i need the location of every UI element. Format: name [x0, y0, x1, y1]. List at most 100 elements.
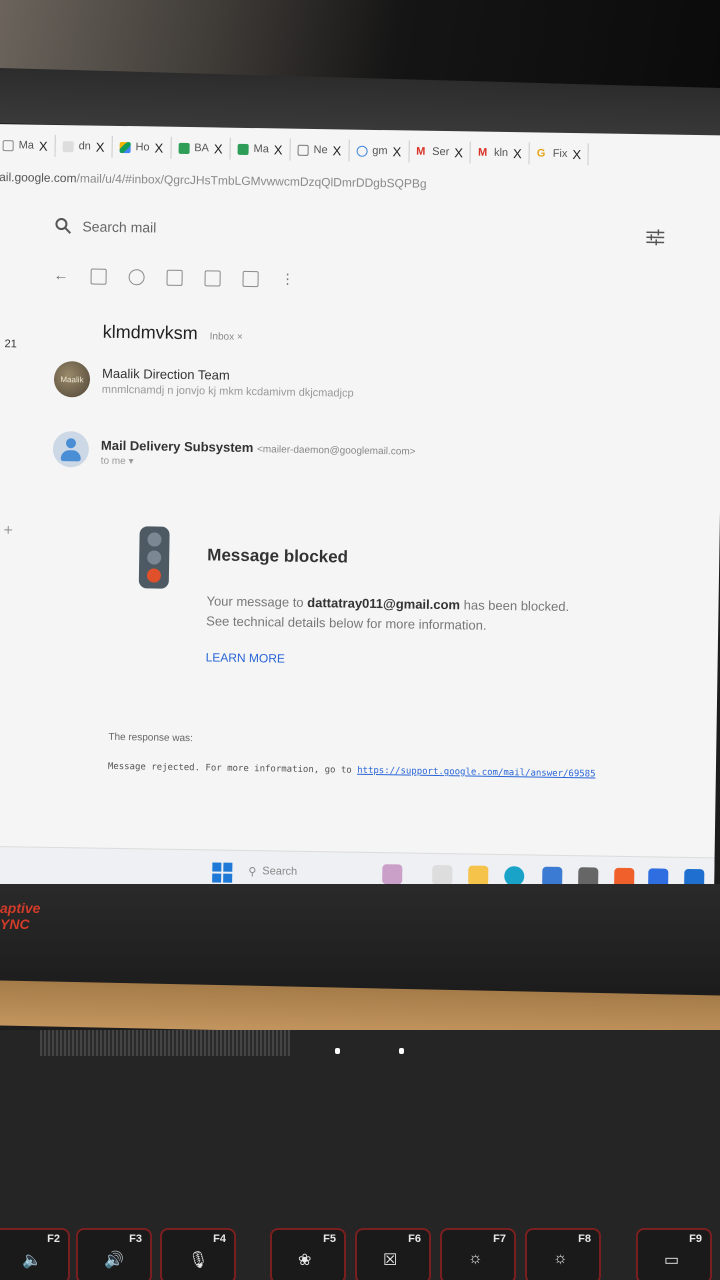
browser-tab[interactable]: Ho X [112, 135, 172, 159]
status-led [335, 1048, 340, 1054]
more-options-icon[interactable]: ⋮ [280, 270, 294, 287]
browser-tab[interactable]: Ma X [0, 133, 56, 157]
browser-tab[interactable]: Ne X [290, 138, 350, 162]
light-bottom [146, 568, 162, 583]
sender-line[interactable]: Mail Delivery Subsystem <mailer-daemon@g… [101, 438, 416, 458]
snip-icon: ☒ [383, 1252, 398, 1269]
calendar-icon [297, 144, 309, 156]
url-path: /mail/u/4/#inbox/QgrcJHsTmbLGMvwwcmDzqQl… [76, 171, 427, 191]
add-icon[interactable]: + [3, 522, 13, 540]
search-input[interactable]: Search mail [82, 218, 156, 235]
email-subject: klmdmvksm Inbox × [103, 322, 243, 345]
key-label: F2 [47, 1233, 60, 1245]
search-options-icon[interactable] [646, 229, 665, 246]
sheets-icon [178, 142, 190, 154]
browser-tab-bar: Ma X dn X Ho X BA X Ma X Ne X gm X M Ser X Mkln X … [0, 132, 720, 169]
learn-more-link[interactable]: LEARN MORE [206, 650, 286, 665]
browser-tab[interactable]: G Fix X [529, 142, 590, 166]
response-label: The response was: [108, 731, 193, 745]
inbox-label-chip[interactable]: Inbox × [210, 331, 243, 343]
brand-line1: aptive [0, 900, 41, 916]
browser-tab[interactable]: Mkln X [470, 141, 530, 165]
blocked-line2: See technical details below for more inf… [206, 613, 487, 633]
display-switch-icon: ▭ [664, 1252, 680, 1269]
key-f8[interactable]: F8 ☼ [525, 1228, 601, 1280]
speaker-grille [40, 1030, 290, 1056]
blocked-line1-post: has been blocked. [459, 597, 570, 615]
mark-unread-icon[interactable] [204, 269, 221, 287]
taskbar-search-label: Search [262, 865, 298, 878]
brightness-down-icon: ☼ [468, 1250, 483, 1267]
key-label: F3 [129, 1233, 142, 1245]
mute-icon: 🔈 [22, 1252, 42, 1269]
search-bar[interactable]: Search mail [54, 217, 156, 237]
key-f5[interactable]: F5 ❀ [270, 1228, 346, 1280]
windows-start-icon[interactable] [212, 862, 233, 883]
task-view-icon[interactable] [432, 864, 453, 886]
brightness-up-icon: ☼ [553, 1250, 568, 1267]
mic-mute-icon: 🎙 [188, 1252, 209, 1269]
archive-icon[interactable] [90, 268, 107, 285]
close-icon[interactable]: X [392, 144, 401, 159]
avatar [52, 430, 90, 468]
taskbar-search[interactable]: ⚲ Search [248, 865, 297, 879]
browser-tab[interactable]: M Ser X [409, 140, 472, 164]
tab-label: BA [194, 142, 210, 155]
tab-label: gm [372, 144, 388, 158]
mail-icon [2, 139, 14, 151]
tab-label: kln [493, 146, 509, 160]
browser-tab[interactable]: dn X [55, 134, 113, 158]
status-led [399, 1048, 404, 1054]
blocked-description: Your message to dattatray011@gmail.com h… [206, 591, 627, 638]
drive-icon [119, 141, 131, 153]
file-explorer-icon[interactable] [468, 865, 489, 886]
brand-logo: aptive YNC [0, 900, 40, 932]
support-link[interactable]: https://support.google.com/mail/answer/6… [357, 766, 596, 780]
address-bar[interactable]: ail.google.com/mail/u/4/#inbox/QgrcJHsTm… [0, 170, 427, 191]
traffic-light-icon [138, 526, 170, 589]
light-top [147, 532, 162, 547]
widget-icon[interactable] [382, 864, 403, 885]
close-icon[interactable]: X [39, 138, 48, 153]
gmail-icon: M [477, 146, 488, 159]
browser-tab[interactable]: BA X [171, 136, 231, 160]
key-f9[interactable]: F9 ▭ [636, 1228, 712, 1280]
close-icon[interactable]: X [154, 140, 163, 155]
message-toolbar: ← ⋮ [53, 267, 294, 288]
volume-icon: 🔊 [104, 1252, 124, 1269]
close-icon[interactable]: X [513, 146, 522, 161]
report-spam-icon[interactable] [128, 268, 145, 285]
person-icon [65, 438, 77, 449]
key-label: F7 [493, 1233, 506, 1245]
browser-tab[interactable]: Ma X [230, 137, 291, 161]
laptop-lid-edge [0, 884, 720, 994]
key-f7[interactable]: F7 ☼ [440, 1228, 516, 1280]
key-f2[interactable]: F2 🔈 [0, 1228, 70, 1280]
key-f6[interactable]: F6 ☒ [355, 1228, 431, 1280]
sender-name[interactable]: Maalik Direction Team [102, 366, 230, 383]
blocked-line1-pre: Your message to [206, 593, 308, 610]
close-icon[interactable]: X [274, 142, 283, 157]
key-label: F4 [213, 1233, 226, 1245]
light-mid [147, 550, 162, 565]
google-icon: G [536, 146, 546, 160]
close-icon[interactable]: X [454, 145, 463, 160]
recipient-details[interactable]: to me ▾ [101, 456, 134, 468]
blocked-title: Message blocked [207, 545, 349, 567]
close-icon[interactable]: X [96, 139, 105, 154]
close-icon[interactable]: X [572, 147, 581, 162]
move-to-icon[interactable] [242, 270, 259, 287]
delete-icon[interactable] [166, 269, 183, 286]
key-f4[interactable]: F4 🎙 [160, 1228, 236, 1280]
back-arrow-icon[interactable]: ← [53, 267, 68, 284]
close-icon[interactable]: X [332, 143, 341, 158]
key-f3[interactable]: F3 🔊 [76, 1228, 152, 1280]
search-icon [55, 218, 72, 234]
message-snippet[interactable]: mnmlcnamdj n jonvjo kj mkm kcdamivm dkjc… [102, 384, 354, 400]
photo-scene: Ma X dn X Ho X BA X Ma X Ne X gm X M Ser X Mkln X … [0, 0, 720, 1280]
browser-tab[interactable]: gm X [349, 139, 410, 163]
page-icon [62, 140, 74, 152]
url-host: ail.google.com [0, 170, 77, 186]
sender-name: Mail Delivery Subsystem [100, 437, 254, 456]
close-icon[interactable]: X [214, 141, 223, 156]
